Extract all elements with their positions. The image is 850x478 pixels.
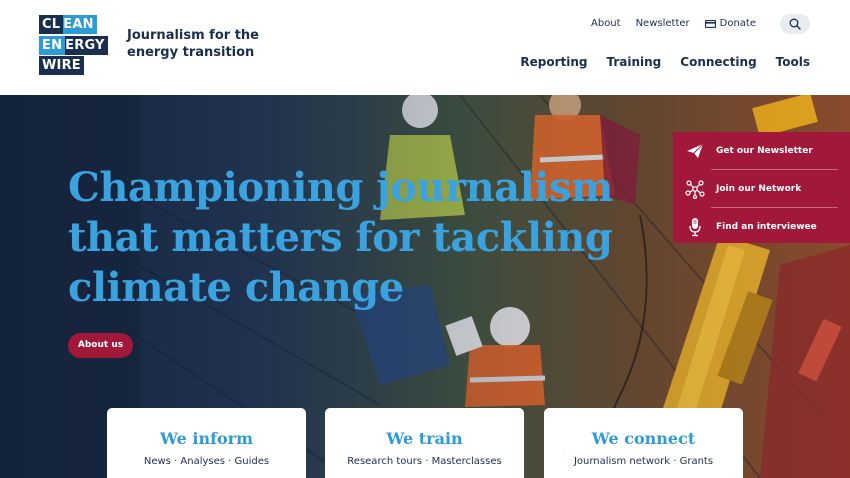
donate-link[interactable]: Donate	[704, 17, 756, 31]
logo-text: WIRE	[39, 56, 84, 75]
site-header: CL EAN EN ERGY WIRE Journalism for the e…	[0, 0, 850, 95]
join-network-link[interactable]: Join our Network	[673, 170, 850, 207]
about-link[interactable]: About	[591, 17, 621, 31]
site-tagline: Journalism for the energy transition	[127, 28, 259, 60]
card-we-inform[interactable]: We inform News · Analyses · Guides	[107, 408, 306, 478]
network-icon	[685, 179, 705, 199]
card-subtitle: News · Analyses · Guides	[143, 456, 270, 467]
card-we-train[interactable]: We train Research tours · Masterclasses	[325, 408, 524, 478]
card-title: We inform	[159, 429, 254, 448]
nav-tools[interactable]: Tools	[776, 54, 810, 70]
search-button[interactable]	[780, 14, 810, 34]
logo-text: EAN	[63, 15, 97, 34]
card-title: We train	[386, 429, 463, 448]
donate-label: Donate	[719, 18, 756, 29]
card-we-connect[interactable]: We connect Journalism network · Grants	[544, 408, 743, 478]
find-interviewee-link[interactable]: Find an interviewee	[673, 208, 850, 245]
logo-text: EN	[39, 35, 66, 55]
microphone-icon	[685, 217, 705, 237]
card-subtitle: Journalism network · Grants	[573, 456, 714, 467]
quick-actions-panel: Get our Newsletter Join our Network Find…	[673, 132, 850, 243]
nav-reporting[interactable]: Reporting	[520, 54, 587, 70]
get-newsletter-label: Get our Newsletter	[716, 145, 813, 156]
nav-training[interactable]: Training	[606, 54, 661, 70]
newsletter-link[interactable]: Newsletter	[636, 17, 690, 31]
wallet-icon	[704, 20, 716, 28]
logo-text: ERGY	[65, 35, 108, 55]
main-nav: Reporting Training Connecting Tools	[501, 54, 810, 70]
get-newsletter-link[interactable]: Get our Newsletter	[673, 132, 850, 169]
logo-text: CL	[39, 15, 64, 34]
utility-nav: About Newsletter Donate	[576, 14, 810, 34]
nav-connecting[interactable]: Connecting	[680, 54, 756, 70]
card-title: We connect	[591, 429, 696, 448]
join-network-label: Join our Network	[716, 183, 802, 194]
page: CL EAN EN ERGY WIRE Journalism for the e…	[0, 0, 850, 478]
hero-title: Championing journalism that matters for …	[68, 164, 613, 311]
paper-plane-icon	[685, 141, 705, 161]
card-subtitle: Research tours · Masterclasses	[347, 456, 502, 467]
search-icon	[789, 18, 801, 30]
clean-energy-wire-logo[interactable]: CL EAN EN ERGY WIRE	[39, 15, 108, 76]
find-interviewee-label: Find an interviewee	[716, 221, 817, 232]
about-us-button[interactable]: About us	[68, 333, 133, 358]
